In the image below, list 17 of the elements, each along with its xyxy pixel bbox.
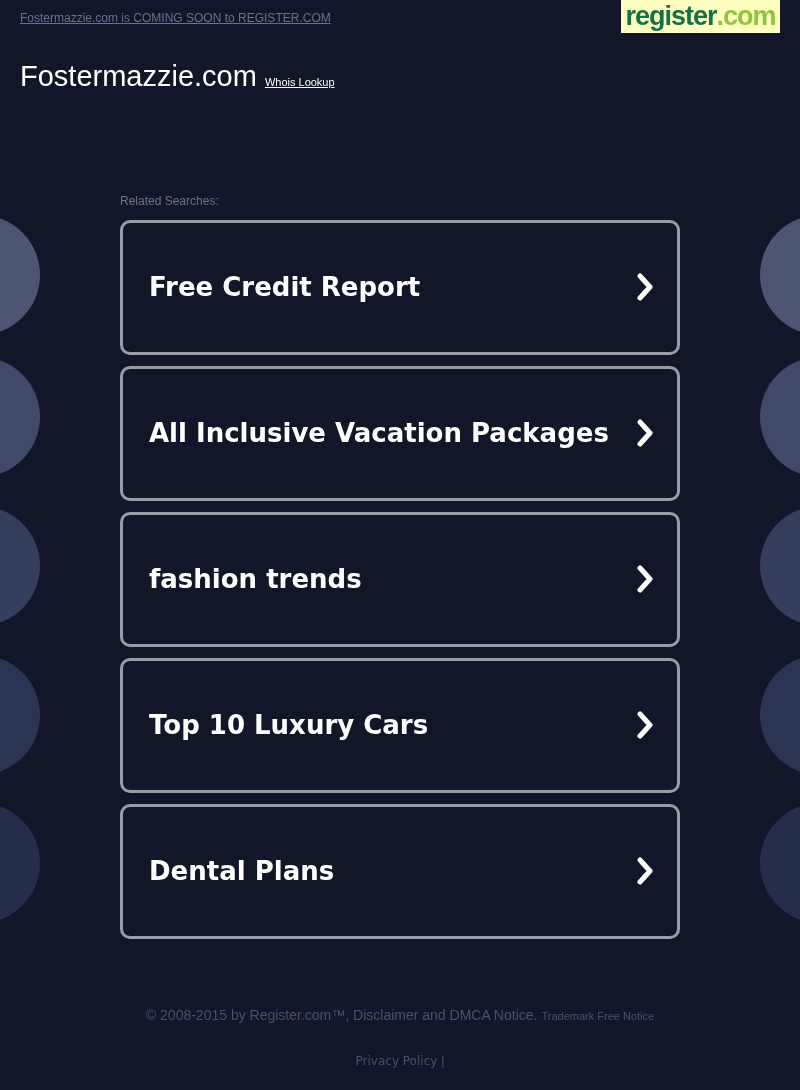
whois-link[interactable]: Whois Lookup (264, 74, 335, 91)
search-link-card[interactable]: Top 10 Luxury Cars (120, 657, 680, 793)
search-link-card[interactable]: All Inclusive Vacation Packages (120, 365, 680, 501)
chevron-right-icon (637, 857, 653, 885)
chevron-right-icon (637, 565, 653, 593)
chevron-right-icon (637, 711, 653, 739)
related-searches-label: Related Searches: (120, 192, 220, 210)
chevron-right-icon (637, 419, 653, 447)
search-link-card[interactable]: Free Credit Report (120, 219, 680, 355)
notice-link[interactable]: Fostermazzie.com is COMING SOON to REGISTER.COM (20, 9, 331, 27)
separator: | (441, 1052, 445, 1070)
chevron-right-icon (637, 273, 653, 301)
logo: register.com (621, 0, 780, 33)
domain-title: Fostermazzie.com (20, 59, 257, 94)
search-link-card[interactable]: Dental Plans (120, 803, 680, 939)
search-link-card[interactable]: fashion trends (120, 511, 680, 647)
copyright-text: © 2008-2015 by Register.com™, Disclaimer and DMCA Notice. (145, 1005, 538, 1025)
